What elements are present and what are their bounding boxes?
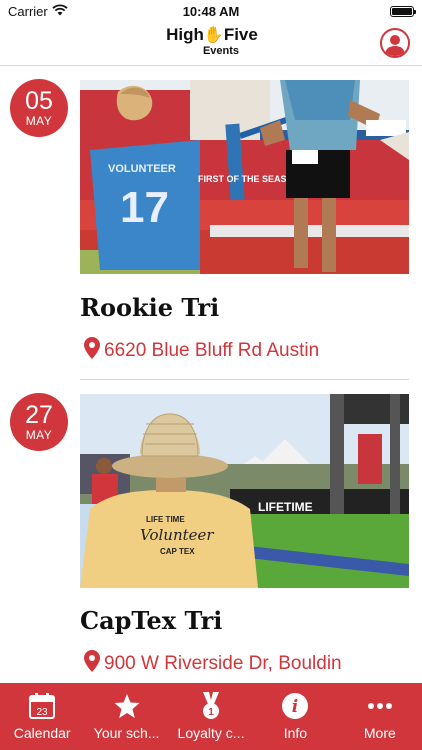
date-month: MAY xyxy=(25,114,53,128)
tab-label: More xyxy=(363,725,396,741)
nav-bar: High✋Five Events xyxy=(0,22,422,66)
tab-label: Your sch... xyxy=(93,725,160,741)
calendar-icon: 23 xyxy=(0,692,84,720)
tab-label: Info xyxy=(283,725,308,741)
event-card[interactable]: 27 MAY LIFETIME LIFE TIME Volunteer CAP … xyxy=(0,380,422,683)
event-title[interactable]: Rookie Tri xyxy=(80,293,219,322)
logo-word-high: High xyxy=(166,25,204,44)
event-feed[interactable]: 05 MAY VOLUNTEER 17 FIRST OF THE SEASON … xyxy=(0,67,422,683)
jersey-number: 17 xyxy=(120,183,169,232)
tab-label: Calendar xyxy=(13,725,71,741)
clock: 10:48 AM xyxy=(182,4,240,19)
date-day: 05 xyxy=(25,87,53,115)
tab-more[interactable]: More xyxy=(338,683,422,750)
tab-info[interactable]: i Info xyxy=(253,683,337,750)
event-photo[interactable]: VOLUNTEER 17 FIRST OF THE SEASON xyxy=(80,80,409,274)
battery-icon xyxy=(390,6,416,17)
jersey-text: VOLUNTEER xyxy=(108,163,176,175)
medal-icon-number: 1 xyxy=(208,707,214,718)
event-photo[interactable]: LIFETIME LIFE TIME Volunteer CAP TEX xyxy=(80,394,409,588)
profile-button[interactable] xyxy=(380,28,410,58)
user-icon xyxy=(385,35,405,56)
event-title[interactable]: CapTex Tri xyxy=(80,606,222,635)
date-badge: 27 MAY xyxy=(10,393,68,451)
event-address[interactable]: 6620 Blue Bluff Rd Austin xyxy=(84,337,319,365)
high-five-logo: High✋Five Events xyxy=(162,26,262,60)
banner-text: LIFETIME xyxy=(258,500,313,514)
star-icon xyxy=(84,692,168,720)
more-icon xyxy=(338,692,422,720)
status-bar: Carrier 10:48 AM xyxy=(0,0,422,22)
event-card[interactable]: 05 MAY VOLUNTEER 17 FIRST OF THE SEASON … xyxy=(0,67,422,380)
event-address-text: 900 W Riverside Dr, Bouldin xyxy=(104,653,342,674)
location-pin-icon xyxy=(84,337,100,365)
tab-calendar[interactable]: 23 Calendar xyxy=(0,683,84,750)
location-pin-icon xyxy=(84,650,100,678)
banner-text: FIRST OF THE SEASON xyxy=(198,174,300,184)
tab-loyalty[interactable]: 1 Loyalty c... xyxy=(169,683,253,750)
calendar-icon-day: 23 xyxy=(37,707,49,718)
event-address-text: 6620 Blue Bluff Rd Austin xyxy=(104,340,320,361)
date-day: 27 xyxy=(25,401,53,429)
shirt-text-line3: CAP TEX xyxy=(160,547,195,556)
tab-label: Loyalty c... xyxy=(177,725,245,741)
hand-icon: ✋ xyxy=(203,27,224,44)
info-icon: i xyxy=(253,692,337,720)
date-month: MAY xyxy=(25,428,53,442)
shirt-text-line2: Volunteer xyxy=(140,526,214,544)
info-icon-glyph: i xyxy=(292,697,298,717)
logo-word-events: Events xyxy=(202,45,240,57)
logo-word-five: Five xyxy=(223,25,258,44)
event-address[interactable]: 900 W Riverside Dr, Bouldin xyxy=(84,650,342,678)
tab-bar: 23 Calendar Your sch... 1 Loyalty c... i xyxy=(0,683,422,750)
date-badge: 05 MAY xyxy=(10,79,68,137)
shirt-text-line1: LIFE TIME xyxy=(146,515,185,524)
tab-your-schedule[interactable]: Your sch... xyxy=(84,683,168,750)
medal-icon: 1 xyxy=(169,692,253,720)
